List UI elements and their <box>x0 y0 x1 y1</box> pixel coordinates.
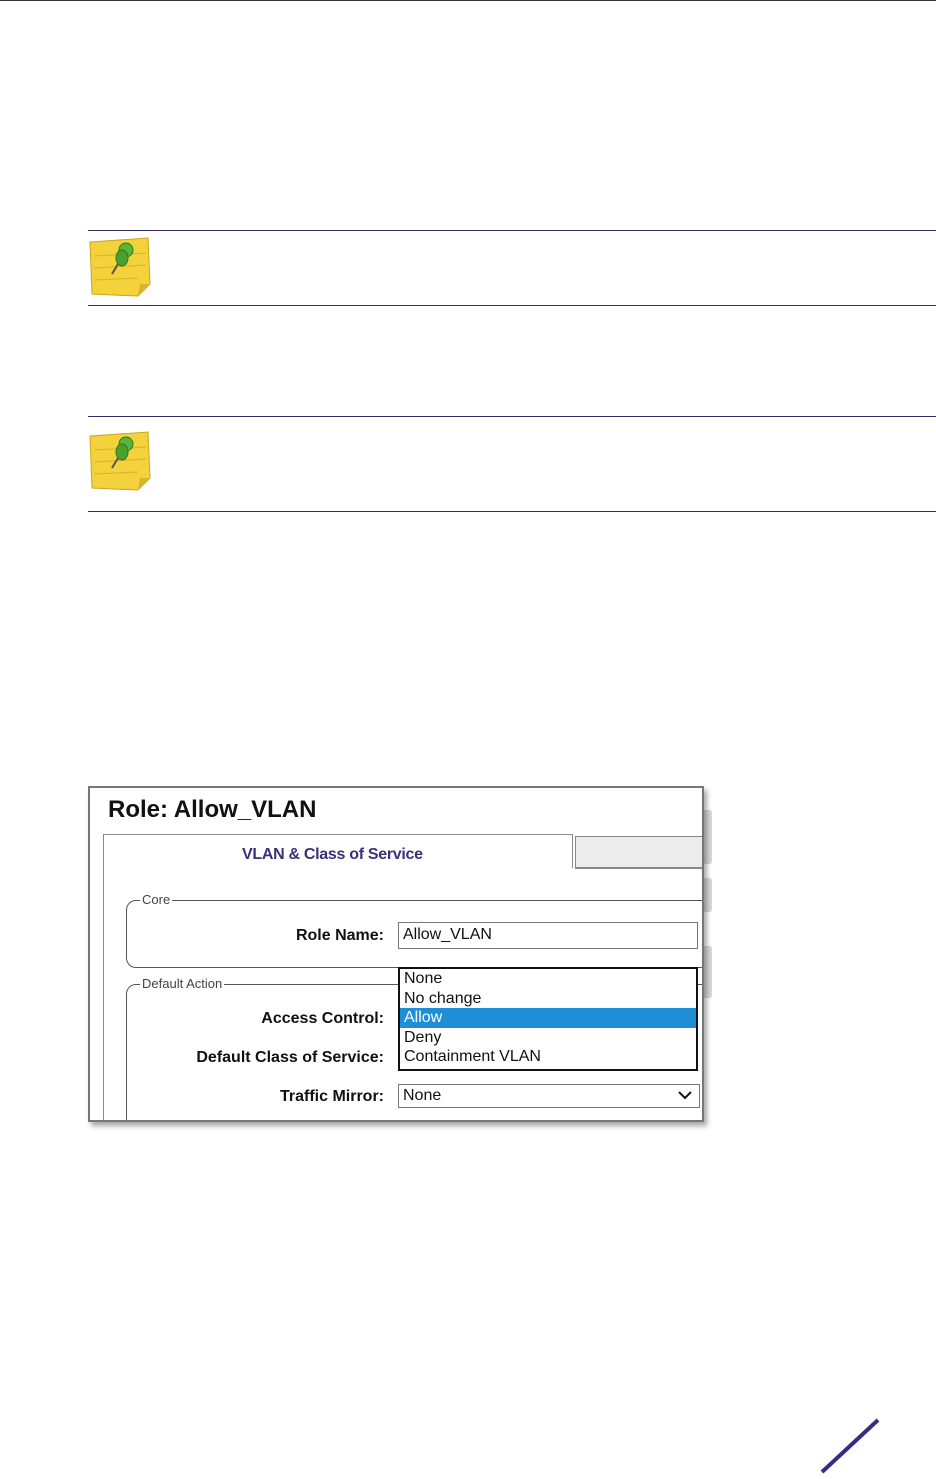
chevron-down-icon <box>677 1087 693 1106</box>
dropdown-option[interactable]: No change <box>400 989 696 1009</box>
traffic-mirror-value: None <box>403 1087 442 1104</box>
default-action-legend: Default Action <box>140 976 225 991</box>
role-title: Role: Allow_VLAN <box>108 796 317 823</box>
tab-vlan-cos-label: VLAN & Class of Service <box>242 846 423 863</box>
role-name-input[interactable]: Allow_VLAN <box>398 922 698 949</box>
access-control-label: Access Control: <box>261 1010 384 1027</box>
brand-slash-logo <box>818 1418 882 1474</box>
sticky-note-pushpin-icon <box>88 430 154 492</box>
tab-base-line <box>575 868 702 869</box>
tab-secondary[interactable] <box>575 836 702 868</box>
traffic-mirror-label: Traffic Mirror: <box>279 1088 384 1105</box>
dropdown-option[interactable]: Containment VLAN <box>400 1047 696 1067</box>
dropdown-option[interactable]: None <box>400 969 696 989</box>
core-legend: Core <box>140 892 173 907</box>
role-editor-panel: Role: Allow_VLAN VLAN & Class of Service… <box>88 786 704 1122</box>
role-name-label: Role Name: <box>295 927 384 944</box>
sticky-note-pushpin-icon <box>88 236 154 298</box>
page-top-rule <box>0 0 936 1</box>
access-control-dropdown-list[interactable]: None No change Allow Deny Containment VL… <box>398 967 698 1071</box>
role-editor-figure: Role: Allow_VLAN VLAN & Class of Service… <box>88 786 712 1128</box>
traffic-mirror-select[interactable]: None <box>398 1084 700 1108</box>
note-top-rule <box>88 416 936 417</box>
note-bottom-rule <box>88 305 936 306</box>
note-bottom-rule <box>88 511 936 512</box>
dropdown-option-selected[interactable]: Allow <box>400 1008 696 1028</box>
default-cos-label: Default Class of Service: <box>196 1049 384 1066</box>
dropdown-option[interactable]: Deny <box>400 1028 696 1048</box>
note-top-rule <box>88 230 936 231</box>
